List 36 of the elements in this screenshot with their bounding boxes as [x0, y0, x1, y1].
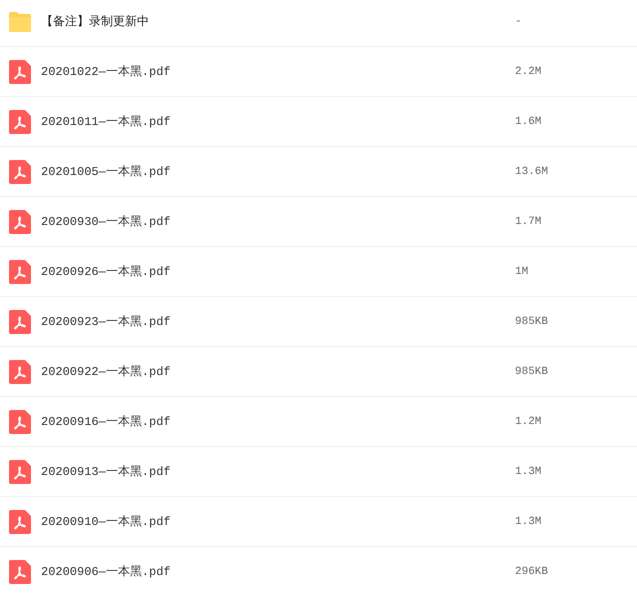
pdf-icon	[9, 60, 31, 84]
file-size: 2.2M	[515, 66, 542, 78]
file-name[interactable]: 20200916—一本黑.pdf	[41, 413, 515, 430]
file-size: 13.6M	[515, 166, 548, 178]
file-size: 1.2M	[515, 416, 542, 428]
pdf-icon	[9, 510, 31, 534]
file-size: 296KB	[515, 566, 548, 578]
pdf-icon	[9, 560, 31, 584]
file-name[interactable]: 20201005—一本黑.pdf	[41, 163, 515, 180]
pdf-icon	[9, 460, 31, 484]
file-name[interactable]: 20200913—一本黑.pdf	[41, 463, 515, 480]
pdf-icon	[9, 110, 31, 134]
pdf-icon	[9, 260, 31, 284]
file-size: 1.6M	[515, 116, 542, 128]
folder-icon	[9, 12, 31, 32]
file-name[interactable]: 20200910—一本黑.pdf	[41, 513, 515, 530]
file-size: 1.7M	[515, 216, 542, 228]
file-size: 985KB	[515, 316, 548, 328]
file-name[interactable]: 20200906—一本黑.pdf	[41, 563, 515, 580]
file-size: 1M	[515, 266, 528, 278]
pdf-icon	[9, 360, 31, 384]
file-size: 1.3M	[515, 466, 542, 478]
file-size: 985KB	[515, 366, 548, 378]
file-name[interactable]: 20201022—一本黑.pdf	[41, 63, 515, 80]
pdf-icon	[9, 310, 31, 334]
file-size: -	[515, 16, 522, 28]
folder-name[interactable]: 【备注】录制更新中	[41, 13, 515, 30]
pdf-icon	[9, 210, 31, 234]
file-name[interactable]: 20200923—一本黑.pdf	[41, 313, 515, 330]
pdf-icon	[9, 410, 31, 434]
file-size: 1.3M	[515, 516, 542, 528]
file-name[interactable]: 20200922—一本黑.pdf	[41, 363, 515, 380]
file-name[interactable]: 20200926—一本黑.pdf	[41, 263, 515, 280]
file-name[interactable]: 20200930—一本黑.pdf	[41, 213, 515, 230]
pdf-icon	[9, 160, 31, 184]
file-name[interactable]: 20201011—一本黑.pdf	[41, 113, 515, 130]
